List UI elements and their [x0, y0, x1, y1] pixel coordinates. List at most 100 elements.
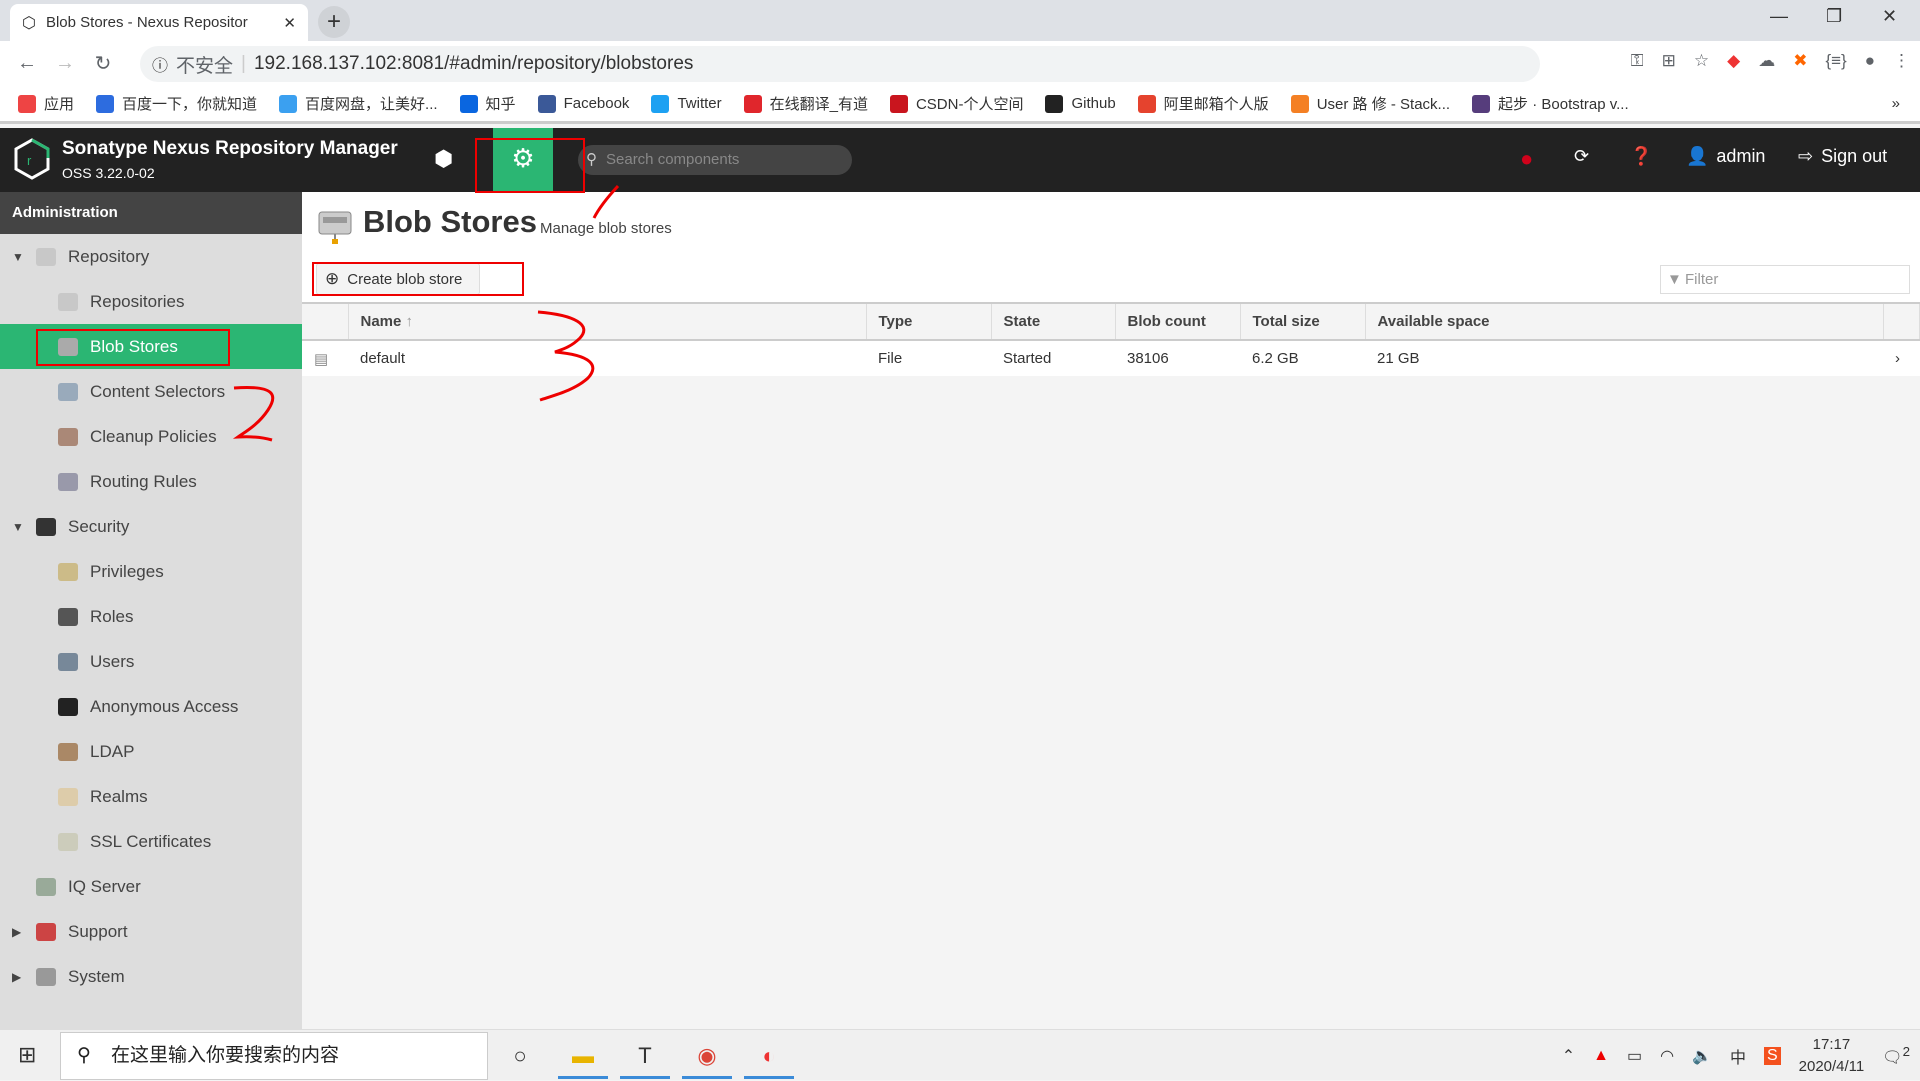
filter-icon: ▼ — [1667, 271, 1682, 288]
bookmarks-more-button[interactable]: » — [1892, 95, 1900, 112]
back-icon[interactable]: ← — [8, 52, 46, 75]
notification-center-icon[interactable]: 🗨2 — [1882, 1044, 1910, 1067]
forward-icon[interactable]: → — [46, 52, 84, 75]
bookmark-item[interactable]: 阿里邮箱个人版 — [1137, 93, 1269, 114]
windows-start-icon[interactable]: ⊞ — [18, 1042, 36, 1068]
sidebar-item-support[interactable]: ▶ Support — [0, 909, 302, 954]
sidebar-item-label: Support — [68, 921, 128, 941]
sign-out-button[interactable]: ⇨ Sign out — [1798, 146, 1887, 167]
new-tab-button[interactable]: + — [318, 6, 350, 38]
bookmark-item[interactable]: User 路 修 - Stack... — [1290, 93, 1450, 114]
translate-icon[interactable]: ⊞ — [1662, 51, 1676, 71]
sidebar-item-realms[interactable]: Realms — [0, 774, 302, 819]
twitter-icon — [651, 94, 670, 113]
chrome-icon[interactable]: ◉ — [682, 1032, 732, 1079]
key-icon[interactable]: ⚿ — [1631, 51, 1644, 71]
taskbar-search-input[interactable]: ⚲ 在这里输入你要搜索的内容 — [60, 1032, 488, 1080]
tray-app-icon[interactable]: ▲ — [1593, 1047, 1609, 1065]
refresh-icon[interactable]: ⟳ — [1574, 146, 1589, 167]
sidebar-item-roles[interactable]: Roles — [0, 594, 302, 639]
typora-icon[interactable]: T — [620, 1032, 670, 1079]
sidebar-item-anonymous-access[interactable]: Anonymous Access — [0, 684, 302, 729]
menu-icon[interactable]: ⋮ — [1893, 51, 1910, 71]
app-name: Sonatype Nexus Repository Manager — [62, 138, 398, 159]
chevron-right-icon[interactable]: › — [1883, 340, 1920, 376]
wifi-icon[interactable]: ◠ — [1660, 1046, 1674, 1066]
star-icon[interactable]: ☆ — [1694, 51, 1709, 71]
icon-column-header — [302, 302, 349, 341]
volume-icon[interactable]: 🔈 — [1692, 1046, 1712, 1066]
browser-tab[interactable]: ⬡ Blob Stores - Nexus Repositor ✕ — [10, 4, 308, 41]
app-icon[interactable]: ◐ — [744, 1032, 794, 1079]
system-tray: ⌃ ▲ ▭ ◠ 🔈 中 S 17:17 2020/4/11 🗨2 — [1562, 1030, 1910, 1081]
extension-icon[interactable]: ☁ — [1758, 51, 1775, 71]
column-header-blob-count[interactable]: Blob count — [1115, 302, 1241, 341]
url-bar[interactable]: ⓘ 不安全 | 192.168.137.102:8081/#admin/repo… — [140, 46, 1540, 82]
sidebar-item-ssl-certificates[interactable]: SSL Certificates — [0, 819, 302, 864]
json-extension-icon[interactable]: {≡} — [1825, 51, 1846, 71]
sidebar-item-label: System — [68, 966, 125, 986]
column-header-state[interactable]: State — [991, 302, 1116, 341]
sidebar-item-content-selectors[interactable]: Content Selectors — [0, 369, 302, 414]
bookmark-item[interactable]: 在线翻译_有道 — [743, 93, 868, 114]
tab-close-button[interactable]: ✕ — [283, 14, 296, 32]
column-header-total-size[interactable]: Total size — [1240, 302, 1366, 341]
chevron-up-icon[interactable]: ⌃ — [1562, 1046, 1575, 1066]
caret-right-icon[interactable]: ▶ — [12, 925, 24, 939]
column-header-type[interactable]: Type — [866, 302, 992, 341]
sidebar-item-system[interactable]: ▶ System — [0, 954, 302, 999]
sidebar-item-ldap[interactable]: LDAP — [0, 729, 302, 774]
extension-icon[interactable]: ✖ — [1793, 51, 1807, 71]
sign-out-icon: ⇨ — [1798, 146, 1814, 166]
caret-right-icon[interactable]: ▶ — [12, 970, 24, 984]
gear-icon — [36, 967, 56, 986]
url-text[interactable]: 192.168.137.102:8081/#admin/repository/b… — [254, 53, 693, 75]
bookmark-item[interactable]: 起步 · Bootstrap v... — [1472, 93, 1629, 114]
sidebar-item-repositories[interactable]: Repositories — [0, 279, 302, 324]
profile-avatar[interactable]: ● — [1865, 51, 1875, 71]
bookmark-item[interactable]: 知乎 — [459, 93, 516, 114]
bookmark-item[interactable]: Twitter — [651, 94, 722, 113]
reload-icon[interactable]: ↻ — [84, 51, 122, 76]
bookmark-item[interactable]: 百度网盘，让美好... — [279, 93, 438, 114]
help-icon[interactable]: ❓ — [1630, 146, 1652, 167]
user-menu[interactable]: 👤 admin — [1686, 146, 1765, 167]
sidebar-title: Administration — [0, 192, 302, 234]
close-window-button[interactable]: ✕ — [1882, 6, 1897, 27]
bookmark-item[interactable]: 应用 — [18, 93, 74, 114]
sidebar-item-security[interactable]: ▼ Security — [0, 504, 302, 549]
broom-icon — [58, 427, 78, 446]
maximize-button[interactable]: ❐ — [1826, 6, 1842, 27]
clock[interactable]: 17:17 2020/4/11 — [1799, 1034, 1865, 1078]
file-explorer-icon[interactable]: ▬ — [558, 1032, 608, 1079]
sidebar-item-users[interactable]: Users — [0, 639, 302, 684]
sidebar-item-repository[interactable]: ▼ Repository — [0, 234, 302, 279]
alert-icon[interactable]: ● — [1520, 146, 1533, 172]
sogou-icon[interactable]: S — [1763, 1046, 1781, 1065]
bookmark-item[interactable]: Facebook — [537, 94, 629, 113]
address-bar-row: ← → ↻ ⓘ 不安全 | 192.168.137.102:8081/#admi… — [0, 41, 1920, 86]
sidebar-item-routing-rules[interactable]: Routing Rules — [0, 459, 302, 504]
bookmark-item[interactable]: Github — [1045, 94, 1116, 113]
bookmark-item[interactable]: 百度一下，你就知道 — [96, 93, 257, 114]
sidebar-item-label: Anonymous Access — [90, 696, 239, 716]
cell-total-size: 6.2 GB — [1240, 340, 1365, 376]
task-view-icon[interactable]: ○ — [495, 1032, 545, 1079]
bookmark-item[interactable]: CSDN-个人空间 — [889, 93, 1023, 114]
sidebar-item-privileges[interactable]: Privileges — [0, 549, 302, 594]
sidebar-item-iq-server[interactable]: IQ Server — [0, 864, 302, 909]
battery-icon[interactable]: ▭ — [1627, 1046, 1642, 1066]
search-components-input[interactable]: ⚲ Search components — [578, 145, 852, 175]
ime-icon[interactable]: 中 — [1730, 1044, 1746, 1068]
youdao-icon — [743, 94, 762, 113]
minimize-button[interactable]: — — [1770, 6, 1788, 27]
table-row[interactable]: ▤ default File Started 38106 6.2 GB 21 G… — [302, 340, 1920, 376]
caret-down-icon[interactable]: ▼ — [12, 520, 24, 534]
filter-input[interactable]: ▼ Filter — [1660, 265, 1910, 294]
extension-icon[interactable]: ◆ — [1727, 51, 1740, 71]
column-header-name[interactable]: Name ↑ — [348, 302, 867, 341]
sidebar-item-cleanup-policies[interactable]: Cleanup Policies — [0, 414, 302, 459]
caret-down-icon[interactable]: ▼ — [12, 250, 24, 264]
column-header-available-space[interactable]: Available space — [1365, 302, 1884, 341]
browse-cube-icon[interactable]: ⬢ — [434, 146, 453, 172]
